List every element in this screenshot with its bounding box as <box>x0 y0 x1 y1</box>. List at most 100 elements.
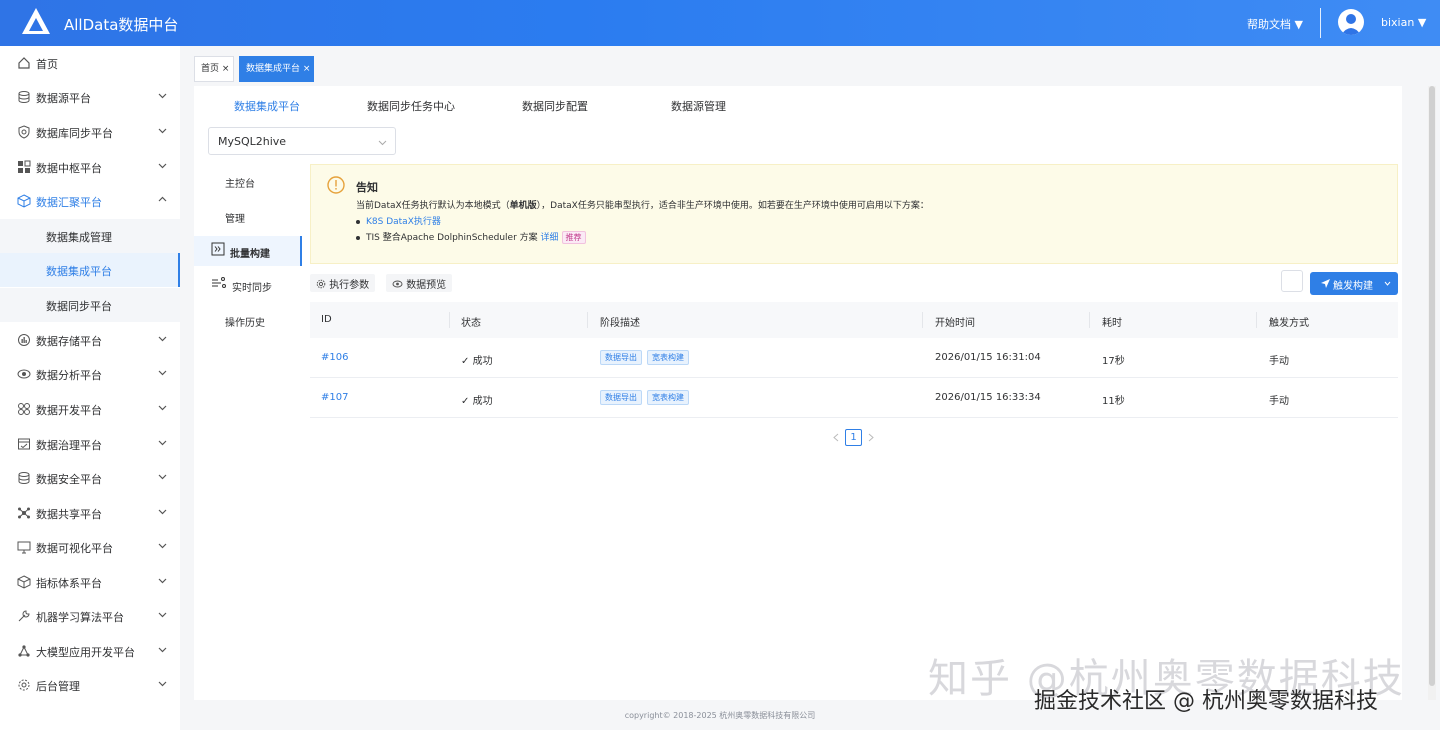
notice-title: 告知 <box>356 181 378 194</box>
header-divider <box>1320 8 1321 38</box>
chevron-down-icon <box>158 128 167 134</box>
chevron-left-icon[interactable] <box>832 433 840 442</box>
tab-datasource-mgmt[interactable]: 数据源管理 <box>671 98 726 114</box>
chevron-down-icon <box>158 405 167 411</box>
settings-icon <box>18 679 30 691</box>
tab-sync-task-center[interactable]: 数据同步任务中心 <box>367 98 455 114</box>
warning-icon <box>327 176 345 194</box>
sidebar: 首页 数据源平台 数据库同步平台 数据中枢平台 数据汇聚平台 数据集成管理 数据… <box>0 46 180 730</box>
nav-history[interactable]: 操作历史 <box>194 305 302 335</box>
chevron-down-icon <box>158 370 167 376</box>
sidebar-item-analysis[interactable]: 数据分析平台 <box>0 357 180 391</box>
sidebar-item-governance[interactable]: 数据治理平台 <box>0 427 180 461</box>
grid-icon <box>18 160 31 173</box>
chevron-down-icon <box>158 612 167 618</box>
notice-alert: 告知 当前DataX任务执行默认为本地模式（单机版），DataX任务只能串型执行… <box>310 164 1398 264</box>
chevron-down-icon <box>158 440 167 446</box>
gear-icon <box>316 279 326 289</box>
notice-item-tis: TIS 整合Apache DolphinScheduler 方案 详细 推荐 <box>356 230 586 244</box>
nav-manage[interactable]: 管理 <box>194 201 302 231</box>
tag-integration-platform[interactable]: 数据集成平台 × <box>239 56 314 82</box>
copyright: copyright© 2018-2025 杭州奥零数据科技有限公司 <box>624 711 816 720</box>
home-icon <box>18 57 30 69</box>
app-title: AllData数据中台 <box>64 16 179 34</box>
page-1-button[interactable]: 1 <box>845 429 862 446</box>
sidebar-subitem-integration-mgmt[interactable]: 数据集成管理 <box>0 219 180 253</box>
sidebar-item-db-sync[interactable]: 数据库同步平台 <box>0 115 180 149</box>
tab-sync-config[interactable]: 数据同步配置 <box>522 98 588 114</box>
sidebar-item-development[interactable]: 数据开发平台 <box>0 392 180 426</box>
build-id-link[interactable]: #107 <box>321 392 348 403</box>
help-docs-menu[interactable]: 帮助文档 ▼ <box>1247 16 1303 32</box>
tab-integration-platform[interactable]: 数据集成平台 <box>234 98 300 114</box>
data-preview-button[interactable]: 数据预览 <box>386 274 453 292</box>
eye-icon <box>17 369 31 379</box>
avatar[interactable] <box>1338 9 1364 35</box>
exec-params-button[interactable]: 执行参数 <box>310 274 376 292</box>
chart-icon <box>18 334 30 346</box>
apps-icon <box>18 403 30 415</box>
detail-link[interactable]: 详细 <box>541 233 559 243</box>
sidebar-item-llm[interactable]: 大模型应用开发平台 <box>0 634 180 668</box>
recommend-badge: 推荐 <box>561 231 586 244</box>
network-icon <box>18 645 30 657</box>
chevron-down-icon <box>158 578 167 584</box>
sidebar-item-data-hub[interactable]: 数据中枢平台 <box>0 150 180 184</box>
sidebar-item-storage[interactable]: 数据存储平台 <box>0 323 180 357</box>
notice-item-k8s: K8S DataX执行器 <box>356 214 441 227</box>
stream-icon <box>212 277 226 288</box>
close-icon[interactable]: × <box>222 64 230 74</box>
nav-realtime-sync[interactable]: 实时同步 <box>194 270 302 300</box>
sidebar-item-home[interactable]: 首页 <box>0 46 180 80</box>
trigger-build-button[interactable]: 触发构建 <box>1310 272 1398 295</box>
database-icon <box>18 472 30 484</box>
table-header: ID 状态 阶段描述 开始时间 耗时 触发方式 <box>310 302 1398 338</box>
chevron-right-icon[interactable] <box>867 433 875 442</box>
check-icon: ✓ <box>461 356 470 367</box>
pipeline-select[interactable]: MySQL2hive <box>208 127 396 155</box>
tag-home[interactable]: 首页 × <box>194 56 234 82</box>
eye-icon <box>392 280 403 288</box>
chevron-down-icon <box>158 474 167 480</box>
chevron-down-icon <box>378 140 387 146</box>
logo-icon <box>22 8 50 34</box>
shield-icon <box>18 125 30 139</box>
cube-icon <box>17 575 31 589</box>
chevron-up-icon <box>158 196 167 202</box>
sidebar-item-data-aggregation[interactable]: 数据汇聚平台 <box>0 184 180 218</box>
chevron-down-icon <box>158 681 167 687</box>
table-row[interactable]: #107 ✓ 成功 数据导出 宽表构建 2026/01/15 16:33:34 1… <box>310 378 1398 418</box>
sidebar-item-visualization[interactable]: 数据可视化平台 <box>0 530 180 564</box>
sidebar-item-admin[interactable]: 后台管理 <box>0 668 180 702</box>
close-icon[interactable]: × <box>303 64 311 74</box>
build-id-link[interactable]: #106 <box>321 352 348 363</box>
stage-cell: 数据导出 宽表构建 <box>600 390 694 405</box>
table-row[interactable]: #106 ✓ 成功 数据导出 宽表构建 2026/01/15 16:31:04 1… <box>310 338 1398 378</box>
sidebar-item-sharing[interactable]: 数据共享平台 <box>0 496 180 530</box>
chevron-down-icon <box>158 336 167 342</box>
sidebar-item-metrics[interactable]: 指标体系平台 <box>0 565 180 599</box>
calendar-icon <box>18 438 30 450</box>
user-menu[interactable]: bixian ▼ <box>1381 16 1426 29</box>
chevron-down-icon <box>158 647 167 653</box>
stage-cell: 数据导出 宽表构建 <box>600 350 694 365</box>
sidebar-item-datasource[interactable]: 数据源平台 <box>0 80 180 114</box>
notice-body: 当前DataX任务执行默认为本地模式（单机版），DataX任务只能串型执行，适合… <box>356 201 929 211</box>
check-icon: ✓ <box>461 396 470 407</box>
database-icon <box>18 91 30 103</box>
tool-icon <box>18 610 30 622</box>
batch-icon <box>211 242 225 256</box>
square-button[interactable] <box>1281 270 1303 292</box>
k8s-executor-link[interactable]: K8S DataX执行器 <box>366 217 441 227</box>
sidebar-subitem-integration-platform[interactable]: 数据集成平台 <box>0 253 180 287</box>
sidebar-item-security[interactable]: 数据安全平台 <box>0 461 180 495</box>
nav-batch-build[interactable]: 批量构建 <box>194 236 302 266</box>
share-icon <box>18 507 30 519</box>
nav-console[interactable]: 主控台 <box>194 166 302 196</box>
sidebar-subitem-sync-platform[interactable]: 数据同步平台 <box>0 288 180 322</box>
send-icon <box>1321 279 1330 288</box>
chevron-down-icon <box>158 509 167 515</box>
sidebar-item-ml[interactable]: 机器学习算法平台 <box>0 599 180 633</box>
scrollbar[interactable] <box>1428 86 1436 700</box>
status-cell: ✓ 成功 <box>461 396 493 407</box>
